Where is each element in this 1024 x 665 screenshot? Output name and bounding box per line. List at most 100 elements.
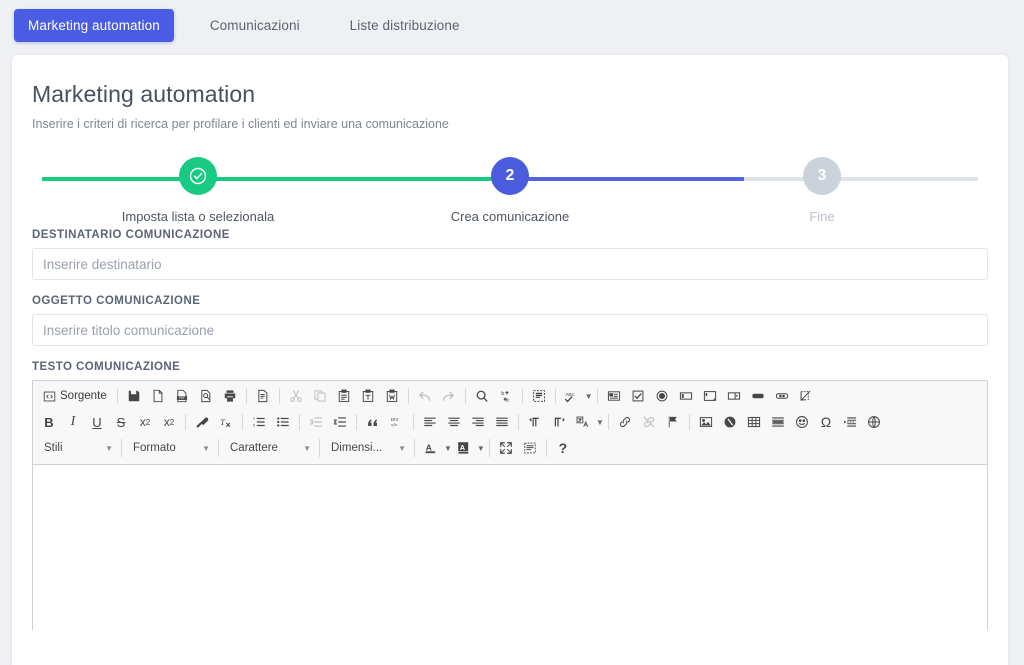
text-color-clear-icon[interactable]: T xyxy=(215,411,237,433)
new-page-icon[interactable] xyxy=(147,385,169,407)
image-icon[interactable] xyxy=(695,411,717,433)
spellcheck-icon[interactable]: ABC xyxy=(561,385,583,407)
editor-content-area[interactable] xyxy=(33,465,987,665)
editor-toolbar-row-2: B I U S x2 x2 T 1 2 DIV </> ▼ Ω xyxy=(37,409,983,435)
bg-color-caret-icon[interactable]: ▼ xyxy=(477,444,485,453)
form-icon[interactable] xyxy=(603,385,625,407)
toolbar-separator xyxy=(278,388,280,404)
outdent-icon[interactable] xyxy=(305,411,327,433)
indent-icon[interactable] xyxy=(329,411,351,433)
print-icon[interactable] xyxy=(219,385,241,407)
toolbar-separator xyxy=(407,388,409,404)
underline-icon[interactable]: U xyxy=(86,411,108,433)
smiley-icon[interactable] xyxy=(791,411,813,433)
svg-text:ABC: ABC xyxy=(566,392,576,397)
editor-toolbar-row-1: Sorgente PDF b a ABC ▼ xyxy=(37,383,983,409)
save-icon[interactable] xyxy=(123,385,145,407)
justify-icon[interactable] xyxy=(491,411,513,433)
stepper-step-3[interactable]: 3 Fine xyxy=(666,157,978,224)
spellcheck-caret-icon[interactable]: ▼ xyxy=(585,392,593,401)
flash-icon[interactable] xyxy=(719,411,741,433)
undo-icon[interactable] xyxy=(414,385,436,407)
text-color-icon[interactable]: A xyxy=(420,437,442,459)
toolbar-separator xyxy=(545,439,547,457)
maximize-icon[interactable] xyxy=(495,437,517,459)
checkbox-icon[interactable] xyxy=(627,385,649,407)
page-break-icon[interactable] xyxy=(839,411,861,433)
step-1-circle xyxy=(179,157,217,195)
hidden-field-icon[interactable] xyxy=(795,385,817,407)
svg-text:A: A xyxy=(426,442,432,452)
copy-icon[interactable] xyxy=(309,385,331,407)
format-combo-label: Formato xyxy=(133,442,176,454)
recipient-input[interactable] xyxy=(32,248,988,280)
replace-icon[interactable]: b a xyxy=(495,385,517,407)
tab-liste-distribuzione[interactable]: Liste distribuzione xyxy=(336,9,474,42)
font-combo[interactable]: Carattere ▼ xyxy=(223,437,315,459)
cut-icon[interactable] xyxy=(285,385,307,407)
step-3-circle: 3 xyxy=(803,157,841,195)
blockquote-icon[interactable] xyxy=(362,411,384,433)
size-combo-label: Dimensi... xyxy=(331,442,383,454)
paste-word-icon[interactable] xyxy=(381,385,403,407)
tab-marketing-automation[interactable]: Marketing automation xyxy=(14,8,174,42)
special-char-icon[interactable]: Ω xyxy=(815,411,837,433)
anchor-icon[interactable] xyxy=(662,411,684,433)
export-pdf-icon[interactable]: PDF xyxy=(171,385,193,407)
font-combo-label: Carattere xyxy=(230,442,278,454)
paste-icon[interactable] xyxy=(333,385,355,407)
format-combo[interactable]: Formato ▼ xyxy=(126,437,214,459)
show-blocks-icon[interactable] xyxy=(519,437,541,459)
stepper-step-1[interactable]: Imposta lista o selezionala xyxy=(42,157,354,224)
text-field-icon[interactable] xyxy=(675,385,697,407)
italic-icon[interactable]: I xyxy=(62,411,84,433)
table-icon[interactable] xyxy=(743,411,765,433)
button-icon[interactable] xyxy=(747,385,769,407)
create-div-icon[interactable]: DIV </> xyxy=(386,411,408,433)
styles-combo[interactable]: Stili ▼ xyxy=(37,437,117,459)
radio-icon[interactable] xyxy=(651,385,673,407)
size-combo[interactable]: Dimensi... ▼ xyxy=(324,437,410,459)
paste-text-icon[interactable] xyxy=(357,385,379,407)
tab-comunicazioni[interactable]: Comunicazioni xyxy=(196,9,314,42)
check-icon xyxy=(188,166,208,186)
redo-icon[interactable] xyxy=(438,385,460,407)
align-left-icon[interactable] xyxy=(419,411,441,433)
select-field-icon[interactable] xyxy=(723,385,745,407)
bulleted-list-icon[interactable] xyxy=(272,411,294,433)
rtl-icon[interactable] xyxy=(548,411,570,433)
svg-text:A: A xyxy=(460,443,466,452)
templates-icon[interactable] xyxy=(252,385,274,407)
align-right-icon[interactable] xyxy=(467,411,489,433)
toolbar-separator xyxy=(521,388,523,404)
preview-icon[interactable] xyxy=(195,385,217,407)
subject-input[interactable] xyxy=(32,314,988,346)
find-icon[interactable] xyxy=(471,385,493,407)
bg-color-icon[interactable]: A xyxy=(453,437,475,459)
textarea-icon[interactable] xyxy=(699,385,721,407)
link-icon[interactable] xyxy=(614,411,636,433)
select-all-icon[interactable] xyxy=(528,385,550,407)
align-center-icon[interactable] xyxy=(443,411,465,433)
toolbar-separator xyxy=(414,439,415,457)
language-caret-icon[interactable]: ▼ xyxy=(596,418,604,427)
remove-format-icon[interactable] xyxy=(191,411,213,433)
horizontal-rule-icon[interactable] xyxy=(767,411,789,433)
unlink-icon[interactable] xyxy=(638,411,660,433)
language-icon[interactable] xyxy=(572,411,594,433)
source-icon[interactable]: Sorgente xyxy=(38,385,112,407)
iframe-icon[interactable] xyxy=(863,411,885,433)
toolbar-separator xyxy=(245,388,247,404)
toolbar-separator xyxy=(688,414,690,430)
subscript-icon[interactable]: x2 xyxy=(134,411,156,433)
image-button-icon[interactable] xyxy=(771,385,793,407)
text-color-caret-icon[interactable]: ▼ xyxy=(444,444,452,453)
ltr-icon[interactable] xyxy=(524,411,546,433)
bold-icon[interactable]: B xyxy=(38,411,60,433)
about-icon[interactable]: ? xyxy=(552,437,574,459)
strike-icon[interactable]: S xyxy=(110,411,132,433)
numbered-list-icon[interactable]: 1 2 xyxy=(248,411,270,433)
stepper-step-2[interactable]: 2 Crea comunicazione xyxy=(354,157,666,224)
superscript-icon[interactable]: x2 xyxy=(158,411,180,433)
toolbar-separator xyxy=(218,439,219,457)
